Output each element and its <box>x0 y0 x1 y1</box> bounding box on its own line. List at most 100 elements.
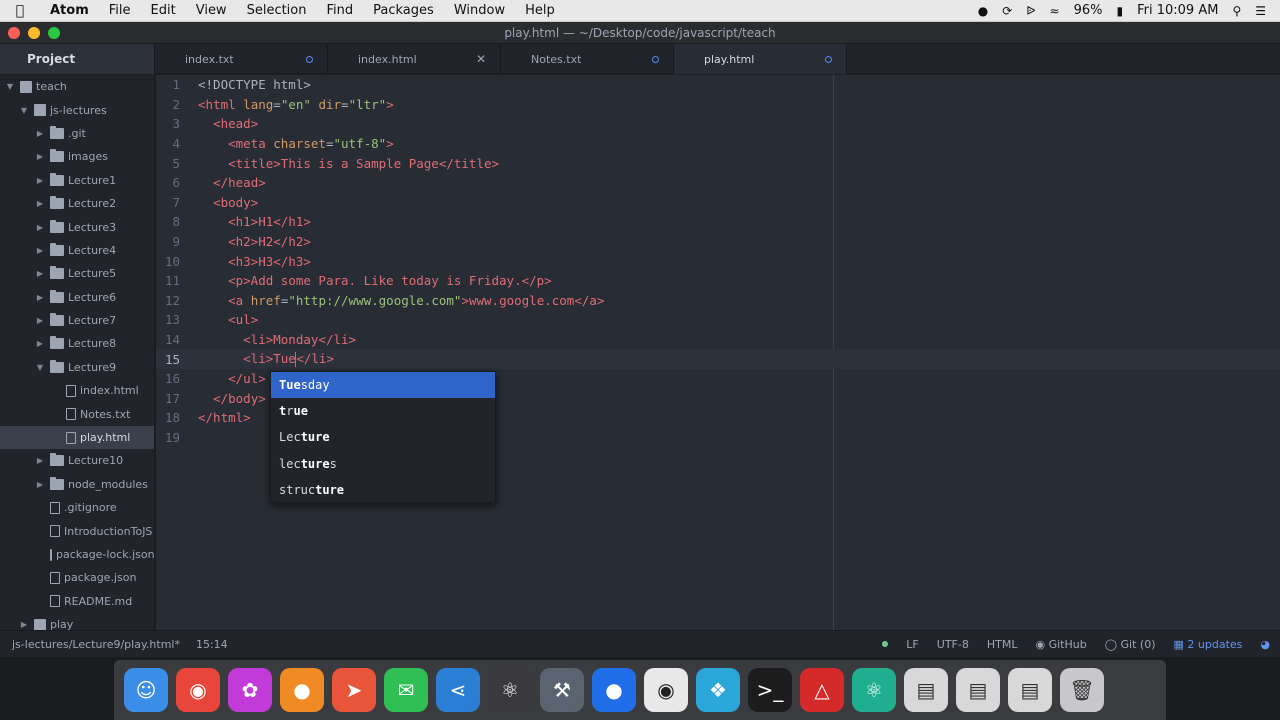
chevron-right-icon[interactable]: ▶ <box>34 199 46 208</box>
safari-icon[interactable]: ❖ <box>696 668 740 712</box>
code-line[interactable]: 5 <title>This is a Sample Page</title> <box>156 153 1280 173</box>
tab-project[interactable]: Project <box>0 44 155 74</box>
tab-notes-txt[interactable]: Notes.txt <box>501 44 674 74</box>
menubar-clock[interactable]: Fri 10:09 AM <box>1137 3 1218 18</box>
modified-dot-icon[interactable] <box>825 55 832 63</box>
modified-dot-icon[interactable] <box>652 55 659 63</box>
tree-folder-node-modules[interactable]: ▶ node_modules <box>0 473 154 496</box>
close-window-button[interactable] <box>8 27 20 39</box>
tab-index-txt[interactable]: index.txt <box>155 44 328 74</box>
chevron-down-icon[interactable]: ▼ <box>18 106 30 115</box>
chevron-right-icon[interactable]: ▶ <box>34 223 46 232</box>
tree-folder-git[interactable]: ▶ .git <box>0 122 154 145</box>
minimize-window-button[interactable] <box>28 27 40 39</box>
code-line[interactable]: 6 </head> <box>156 173 1280 193</box>
chevron-down-icon[interactable]: ▼ <box>4 82 16 91</box>
tree-folder-lecture3[interactable]: ▶ Lecture3 <box>0 215 154 238</box>
downloads-stack-icon[interactable]: ▤ <box>956 668 1000 712</box>
flower-app-icon[interactable]: ✿ <box>228 668 272 712</box>
tree-folder-lecture9[interactable]: ▼ Lecture9 <box>0 356 154 379</box>
tree-folder-lecture1[interactable]: ▶ Lecture1 <box>0 169 154 192</box>
code-line[interactable]: 9 <h2>H2</h2> <box>156 232 1280 252</box>
menu-file[interactable]: File <box>99 3 141 18</box>
tree-file-index-html[interactable]: index.html <box>0 379 154 402</box>
chevron-down-icon[interactable]: ▼ <box>34 363 46 372</box>
tree-file-introduction[interactable]: IntroductionToJS <box>0 519 154 542</box>
chrome-icon[interactable]: ◉ <box>176 668 220 712</box>
autocomplete-item[interactable]: lec ture s <box>271 451 495 477</box>
code-line[interactable]: 13 <ul> <box>156 310 1280 330</box>
tree-folder-lecture5[interactable]: ▶ Lecture5 <box>0 262 154 285</box>
rocket-app-icon[interactable]: ➤ <box>332 668 376 712</box>
encoding[interactable]: UTF-8 <box>937 638 969 651</box>
chevron-right-icon[interactable]: ▶ <box>34 152 46 161</box>
apple-icon[interactable]:  <box>0 3 40 19</box>
spotlight-icon[interactable]: ⚲ <box>1232 4 1241 18</box>
atom-bundle-icon[interactable]: ⚛ <box>852 668 896 712</box>
tab-index-html[interactable]: index.html ✕ <box>328 44 501 74</box>
chevron-right-icon[interactable]: ▶ <box>34 316 46 325</box>
tree-file-package-json[interactable]: package.json <box>0 566 154 589</box>
menu-view[interactable]: View <box>186 3 237 18</box>
firefox-icon[interactable]: ● <box>280 668 324 712</box>
tree-folder-play[interactable]: ▶ play <box>0 613 154 630</box>
tree-file-package-lock[interactable]: package-lock.json <box>0 543 154 566</box>
code-line[interactable]: 1 <!DOCTYPE html> <box>156 75 1280 95</box>
close-tab-icon[interactable]: ✕ <box>476 52 486 66</box>
menu-window[interactable]: Window <box>444 3 515 18</box>
tree-folder-lecture2[interactable]: ▶ Lecture2 <box>0 192 154 215</box>
menu-edit[interactable]: Edit <box>141 3 186 18</box>
file-path[interactable]: js-lectures/Lecture9/play.html* <box>12 638 180 651</box>
signal-icon[interactable]: ● <box>592 668 636 712</box>
code-line[interactable]: 4 <meta charset="utf-8"> <box>156 134 1280 154</box>
chevron-right-icon[interactable]: ▶ <box>34 246 46 255</box>
xcode-icon[interactable]: ⚒ <box>540 668 584 712</box>
sync-icon[interactable]: ⟳ <box>1002 4 1012 18</box>
code-line[interactable]: 7 <body> <box>156 193 1280 213</box>
chevron-right-icon[interactable]: ▶ <box>18 620 30 629</box>
tree-folder-lecture4[interactable]: ▶ Lecture4 <box>0 239 154 262</box>
updates-button[interactable]: ▦ 2 updates <box>1174 638 1243 651</box>
terminal-icon[interactable]: >_ <box>748 668 792 712</box>
chevron-right-icon[interactable]: ▶ <box>34 129 46 138</box>
grammar[interactable]: HTML <box>987 638 1018 651</box>
code-line[interactable]: 12 <a href="http://www.google.com">www.g… <box>156 291 1280 311</box>
battery-icon[interactable]: ▮ <box>1117 4 1124 18</box>
code-line-current[interactable]: 15 <li>Tue</li> <box>156 349 1280 369</box>
document-icon[interactable]: ▤ <box>904 668 948 712</box>
chevron-right-icon[interactable]: ▶ <box>34 339 46 348</box>
tree-folder-images[interactable]: ▶ images <box>0 145 154 168</box>
github-desktop-icon[interactable]: ◉ <box>644 668 688 712</box>
modified-dot-icon[interactable] <box>306 55 313 63</box>
code-line[interactable]: 2 <html lang="en" dir="ltr"> <box>156 95 1280 115</box>
tree-folder-lecture7[interactable]: ▶ Lecture7 <box>0 309 154 332</box>
notification-center-icon[interactable]: ☰ <box>1255 4 1266 18</box>
menu-app-name[interactable]: Atom <box>40 3 99 18</box>
git-button[interactable]: ◯ Git (0) <box>1105 638 1156 651</box>
chevron-right-icon[interactable]: ▶ <box>34 293 46 302</box>
line-ending[interactable]: LF <box>906 638 918 651</box>
tab-play-html[interactable]: play.html <box>674 44 847 74</box>
chevron-right-icon[interactable]: ▶ <box>34 456 46 465</box>
autocomplete-item[interactable]: Lec ture <box>271 424 495 450</box>
wifi-icon[interactable]: ≈ <box>1050 4 1060 18</box>
code-editor[interactable]: 1 <!DOCTYPE html> 2 <html lang="en" dir=… <box>156 75 1280 630</box>
code-line[interactable]: 8 <h1>H1</h1> <box>156 212 1280 232</box>
code-line[interactable]: 10 <h3>H3</h3> <box>156 251 1280 271</box>
tree-folder-lecture6[interactable]: ▶ Lecture6 <box>0 286 154 309</box>
tree-folder-lecture8[interactable]: ▶ Lecture8 <box>0 332 154 355</box>
chevron-right-icon[interactable]: ▶ <box>34 176 46 185</box>
messages-icon[interactable]: ✉ <box>384 668 428 712</box>
autocomplete-item[interactable]: t r ue <box>271 398 495 424</box>
github-button[interactable]: ◉ GitHub <box>1035 638 1086 651</box>
tree-folder-teach[interactable]: ▼ teach <box>0 75 154 98</box>
tree-file-play-html[interactable]: play.html <box>0 425 154 450</box>
menu-find[interactable]: Find <box>317 3 364 18</box>
tree-folder-js-lectures[interactable]: ▼ js-lectures <box>0 98 154 121</box>
tree-folder-lecture10[interactable]: ▶ Lecture10 <box>0 449 154 472</box>
trash-icon[interactable]: 🗑 <box>1060 668 1104 712</box>
code-line[interactable]: 14 <li>Monday</li> <box>156 330 1280 350</box>
acrobat-icon[interactable]: △ <box>800 668 844 712</box>
documents-stack-icon[interactable]: ▤ <box>1008 668 1052 712</box>
autocomplete-item[interactable]: struc ture <box>271 477 495 503</box>
